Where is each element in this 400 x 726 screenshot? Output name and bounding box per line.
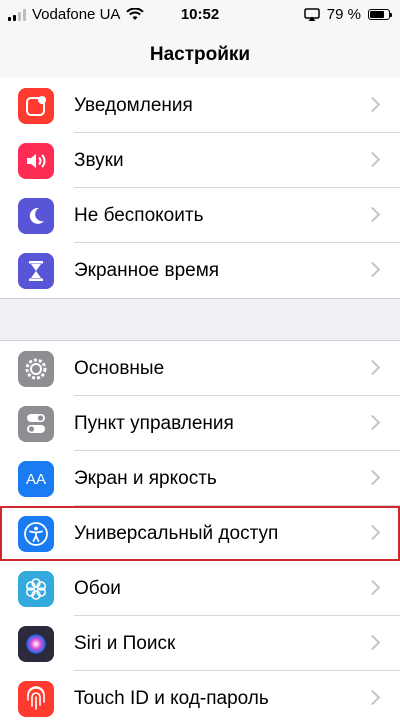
settings-item-label: Основные: [74, 358, 165, 379]
toggles-icon: [18, 406, 54, 442]
chevron-right-icon: [364, 206, 381, 223]
page-title: Настройки: [149, 44, 251, 65]
chevron-right-icon: [364, 469, 381, 486]
settings-item-display-brightness[interactable]: AA Экран и яркость: [0, 451, 400, 506]
settings-item-control-center[interactable]: Пункт управления: [0, 396, 400, 451]
battery-fill: [370, 11, 385, 18]
moon-icon: [18, 198, 54, 234]
section-separator: [0, 298, 400, 341]
nav-bar: Настройки: [0, 32, 400, 79]
gear-icon: [18, 351, 54, 387]
settings-group-1: Уведомления Звуки Не беспокоить Экранное…: [0, 78, 400, 298]
settings-item-do-not-disturb[interactable]: Не беспокоить: [0, 188, 400, 243]
icon-text: AA: [25, 470, 46, 488]
accessibility-icon: [18, 516, 54, 552]
settings-item-label: Экранное время: [74, 260, 220, 281]
siri-icon: [18, 626, 54, 662]
battery-percent: 79 %: [326, 6, 361, 23]
flower-icon: [18, 571, 54, 607]
settings-item-label: Не беспокоить: [74, 205, 204, 226]
chevron-right-icon: [364, 96, 381, 113]
settings-item-label: Пункт управления: [74, 413, 234, 434]
settings-item-label: Обои: [74, 578, 121, 599]
text-size-icon: AA: [18, 461, 54, 497]
settings-item-wallpaper[interactable]: Обои: [0, 561, 400, 616]
screen-mirroring-icon: [304, 8, 320, 21]
settings-item-label: Touch ID и код-пароль: [74, 688, 269, 709]
fingerprint-icon: [18, 681, 54, 717]
settings-item-general[interactable]: Основные: [0, 341, 400, 396]
speaker-icon: [18, 143, 54, 179]
settings-item-siri-search[interactable]: Siri и Поиск: [0, 616, 400, 671]
chevron-right-icon: [364, 689, 381, 706]
chevron-right-icon: [364, 634, 381, 651]
chevron-right-icon: [364, 151, 381, 168]
status-right: 79 %: [304, 6, 392, 23]
settings-item-label: Siri и Поиск: [74, 633, 176, 654]
chevron-right-icon: [364, 261, 381, 278]
settings-item-label: Экран и яркость: [74, 468, 217, 489]
hourglass-icon: [18, 253, 54, 289]
chevron-right-icon: [364, 414, 381, 431]
status-bar: Vodafone UA 10:52 79 %: [0, 0, 400, 32]
settings-group-2: Основные Пункт управления AA Экран и ярк…: [0, 340, 400, 726]
chevron-right-icon: [364, 579, 381, 596]
settings-item-touch-id[interactable]: Touch ID и код-пароль: [0, 671, 400, 726]
battery-icon: [368, 9, 392, 20]
settings-item-label: Универсальный доступ: [74, 523, 279, 544]
chevron-right-icon: [364, 359, 381, 376]
settings-item-notifications[interactable]: Уведомления: [0, 78, 400, 133]
settings-item-label: Уведомления: [74, 95, 193, 116]
chevron-right-icon: [364, 524, 381, 541]
settings-item-sounds[interactable]: Звуки: [0, 133, 400, 188]
settings-item-label: Звуки: [74, 150, 124, 171]
settings-item-screen-time[interactable]: Экранное время: [0, 243, 400, 298]
settings-item-accessibility[interactable]: Универсальный доступ: [0, 506, 400, 561]
notifications-icon: [18, 88, 54, 124]
